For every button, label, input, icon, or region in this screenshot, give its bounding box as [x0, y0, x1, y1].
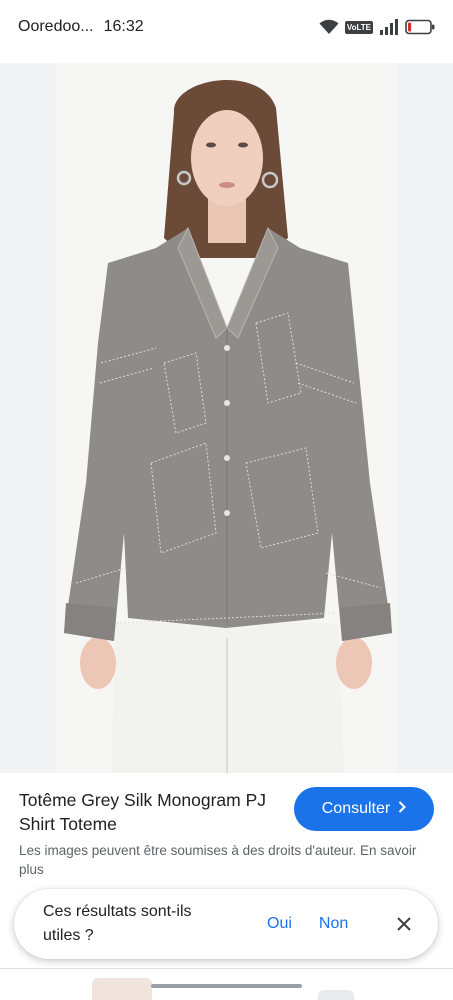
- feedback-card: Ces résultats sont-ils utiles ? Oui Non: [14, 889, 438, 959]
- copyright-notice: Les images peuvent être soumises à des d…: [19, 841, 429, 879]
- product-title[interactable]: Totême Grey Silk Monogram PJ Shirt Totem…: [19, 788, 289, 836]
- consult-button[interactable]: Consulter: [294, 787, 434, 831]
- signal-icon: [379, 19, 399, 35]
- feedback-question: Ces résultats sont-ils utiles ?: [43, 903, 192, 944]
- carrier-name: Ooredoo...: [18, 18, 94, 35]
- product-image[interactable]: [56, 63, 397, 773]
- related-image-thumbnail[interactable]: [92, 978, 152, 1000]
- wifi-icon: [319, 19, 339, 35]
- close-icon[interactable]: [392, 912, 416, 936]
- chevron-right-icon: [398, 800, 407, 818]
- feedback-no-button[interactable]: Non: [319, 915, 348, 933]
- divider: [0, 968, 453, 969]
- clock-time: 16:32: [103, 18, 144, 35]
- status-bar: Ooredoo... 16:32 VoLTE: [0, 0, 453, 54]
- image-viewer[interactable]: [0, 63, 453, 773]
- status-icons: VoLTE: [319, 19, 435, 35]
- volte-badge: VoLTE: [344, 20, 373, 34]
- feedback-yes-button[interactable]: Oui: [267, 915, 292, 933]
- consult-button-label: Consulter: [321, 800, 391, 817]
- copyright-text: Les images peuvent être soumises à des d…: [19, 843, 357, 858]
- battery-icon: [405, 19, 435, 35]
- home-indicator[interactable]: [151, 984, 302, 988]
- related-image-thumbnail[interactable]: [318, 990, 354, 1000]
